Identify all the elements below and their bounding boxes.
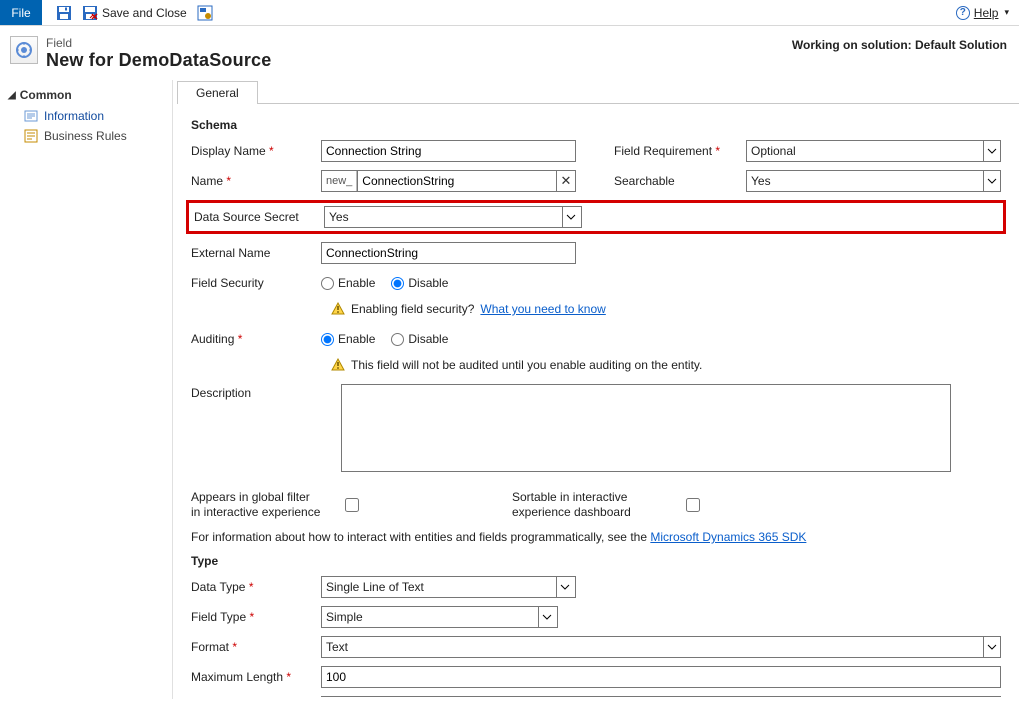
data-source-secret-select[interactable]: Yes xyxy=(324,206,582,228)
enable-label: Enable xyxy=(338,332,375,346)
rules-icon xyxy=(24,129,38,143)
save-and-close-button[interactable]: Save and Close xyxy=(82,5,187,21)
disable-label: Disable xyxy=(408,276,448,290)
tab-general[interactable]: General xyxy=(177,81,258,104)
description-textarea[interactable] xyxy=(341,384,951,472)
properties-icon xyxy=(197,5,213,21)
field-security-label: Field Security xyxy=(191,276,321,290)
name-prefix: new_ xyxy=(322,171,357,191)
sidebar-section-common[interactable]: ◢ Common xyxy=(6,86,172,106)
data-source-secret-row: Data Source Secret Yes xyxy=(186,200,1006,234)
warning-icon xyxy=(331,358,345,372)
help-label: Help xyxy=(974,6,999,20)
disable-label: Disable xyxy=(408,332,448,346)
sidebar-item-business-rules[interactable]: Business Rules xyxy=(6,126,172,146)
maximum-length-label: Maximum Length xyxy=(191,670,321,684)
help-icon: ? xyxy=(956,6,970,20)
chevron-down-icon xyxy=(556,577,573,597)
external-name-input[interactable] xyxy=(321,242,576,264)
field-type-label: Field Type xyxy=(191,610,321,624)
enable-label: Enable xyxy=(338,276,375,290)
sdk-info-text: For information about how to interact wi… xyxy=(191,530,650,544)
field-type-value: Simple xyxy=(326,610,363,624)
format-value: Text xyxy=(326,640,348,654)
section-type: Type xyxy=(191,554,1001,568)
file-menu[interactable]: File xyxy=(0,0,42,25)
field-security-warning: Enabling field security? xyxy=(351,302,474,316)
solution-context: Working on solution: Default Solution xyxy=(792,36,1007,52)
save-icon xyxy=(56,5,72,21)
save-button[interactable] xyxy=(56,5,72,21)
data-type-select[interactable]: Single Line of Text xyxy=(321,576,576,598)
help-menu[interactable]: ? Help ▾ xyxy=(956,0,1019,25)
ribbon-extra-button[interactable] xyxy=(197,5,213,21)
sidebar-item-information[interactable]: Information xyxy=(6,106,172,126)
field-security-disable[interactable]: Disable xyxy=(391,276,448,290)
sidebar-section-label: Common xyxy=(20,88,72,102)
auditing-disable[interactable]: Disable xyxy=(391,332,448,346)
field-security-link[interactable]: What you need to know xyxy=(480,302,605,316)
page-title: New for DemoDataSource xyxy=(46,50,271,71)
sortable-checkbox[interactable] xyxy=(686,498,700,512)
global-filter-checkbox[interactable] xyxy=(345,498,359,512)
format-select[interactable]: Text xyxy=(321,636,1001,658)
maximum-length-input[interactable] xyxy=(321,666,1001,688)
section-schema: Schema xyxy=(191,118,1001,132)
external-name-label: External Name xyxy=(191,246,321,260)
sdk-link[interactable]: Microsoft Dynamics 365 SDK xyxy=(650,530,806,544)
chevron-down-icon xyxy=(983,171,1000,191)
chevron-down-icon xyxy=(983,141,1000,161)
entity-type-label: Field xyxy=(46,36,271,50)
searchable-select[interactable]: Yes xyxy=(746,170,1001,192)
global-filter-label: Appears in global filter in interactive … xyxy=(191,490,321,520)
auditing-label: Auditing xyxy=(191,332,321,346)
data-type-label: Data Type xyxy=(191,580,321,594)
entity-icon xyxy=(10,36,38,64)
chevron-down-icon xyxy=(562,207,579,227)
sortable-label: Sortable in interactive experience dashb… xyxy=(512,490,662,520)
name-field[interactable]: new_ ✕ xyxy=(321,170,576,192)
auditing-warning: This field will not be audited until you… xyxy=(351,358,702,372)
field-requirement-select[interactable]: Optional xyxy=(746,140,1001,162)
sidebar-item-label: Information xyxy=(44,109,104,123)
searchable-value: Yes xyxy=(751,174,771,188)
name-input[interactable] xyxy=(357,170,557,192)
ime-mode-select[interactable]: auto xyxy=(321,696,1001,697)
data-source-secret-value: Yes xyxy=(329,210,349,224)
save-close-label: Save and Close xyxy=(102,6,187,20)
chevron-down-icon xyxy=(983,637,1000,657)
clear-icon[interactable]: ✕ xyxy=(557,173,575,189)
warning-icon xyxy=(331,302,345,316)
field-requirement-value: Optional xyxy=(751,144,796,158)
field-type-select[interactable]: Simple xyxy=(321,606,558,628)
display-name-input[interactable] xyxy=(321,140,576,162)
auditing-enable[interactable]: Enable xyxy=(321,332,375,346)
searchable-label: Searchable xyxy=(596,174,746,188)
chevron-down-icon xyxy=(538,607,555,627)
format-label: Format xyxy=(191,640,321,654)
save-close-icon xyxy=(82,5,98,21)
data-type-value: Single Line of Text xyxy=(326,580,424,594)
info-icon xyxy=(24,109,38,123)
data-source-secret-label: Data Source Secret xyxy=(191,210,324,224)
collapse-icon: ◢ xyxy=(8,90,16,101)
field-requirement-label: Field Requirement xyxy=(596,144,746,158)
field-security-enable[interactable]: Enable xyxy=(321,276,375,290)
sidebar-item-label: Business Rules xyxy=(44,129,127,143)
chevron-down-icon: ▾ xyxy=(1004,7,1009,18)
display-name-label: Display Name xyxy=(191,144,321,158)
sidebar: ◢ Common Information Business Rules xyxy=(0,80,173,699)
description-label: Description xyxy=(191,384,321,400)
name-label: Name xyxy=(191,174,321,188)
